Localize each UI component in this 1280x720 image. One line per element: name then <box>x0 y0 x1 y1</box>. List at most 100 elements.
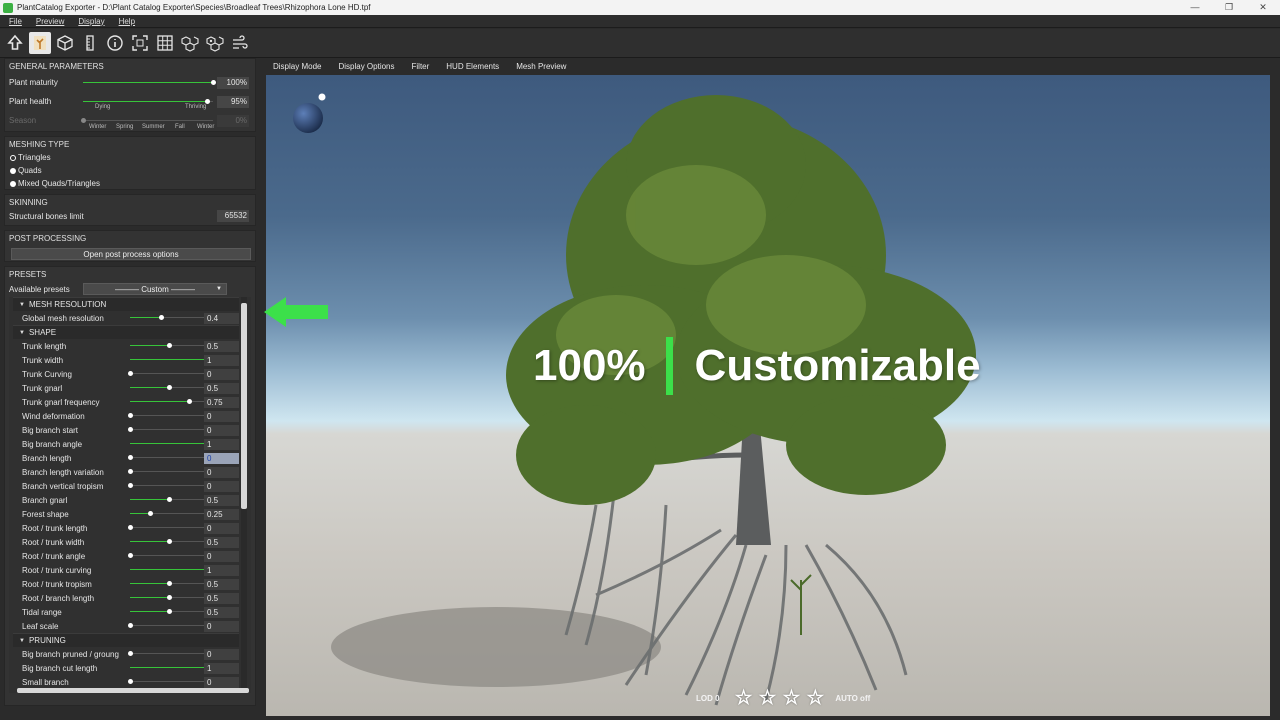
param-value-input[interactable]: 0 <box>204 550 239 562</box>
preset-params-scroll[interactable]: ▼ MESH RESOLUTION Global mesh resolution 0.… <box>9 297 251 693</box>
slider-knob[interactable] <box>167 595 172 600</box>
param-value-input[interactable]: 0.75 <box>204 396 239 408</box>
focus-icon[interactable] <box>129 32 151 54</box>
texture-cubes-icon[interactable] <box>204 32 226 54</box>
bones-limit-value[interactable]: 65532 <box>217 210 249 222</box>
plant-maturity-slider[interactable] <box>83 78 216 88</box>
param-slider[interactable] <box>130 313 208 323</box>
param-value-input[interactable]: 0.5 <box>204 382 239 394</box>
menu-display[interactable]: Display <box>78 17 104 26</box>
param-value-input[interactable]: 1 <box>204 438 239 450</box>
collapse-triangle-icon[interactable]: ▼ <box>19 638 25 644</box>
tab-filter[interactable]: Filter <box>412 62 430 71</box>
param-slider[interactable] <box>128 481 208 491</box>
slider-knob[interactable] <box>128 427 133 432</box>
slider-knob[interactable] <box>167 343 172 348</box>
param-value-input[interactable]: 0 <box>204 676 239 688</box>
param-slider[interactable] <box>130 495 208 505</box>
slider-knob[interactable] <box>128 469 133 474</box>
wind-icon[interactable] <box>229 32 251 54</box>
menu-file[interactable]: File <box>9 17 22 26</box>
param-slider[interactable] <box>128 621 208 631</box>
group-header-shape[interactable]: ▼ SHAPE <box>13 325 239 339</box>
radio-quads[interactable]: Quads <box>9 164 251 177</box>
param-value-input[interactable]: 0.5 <box>204 578 239 590</box>
param-slider[interactable] <box>130 537 208 547</box>
param-slider[interactable] <box>128 369 208 379</box>
slider-knob[interactable] <box>167 581 172 586</box>
slider-knob[interactable] <box>128 553 133 558</box>
param-value-input[interactable]: 0.25 <box>204 508 239 520</box>
param-slider[interactable] <box>128 425 208 435</box>
slider-knob[interactable] <box>128 623 133 628</box>
param-value-input[interactable]: 0.5 <box>204 606 239 618</box>
param-slider[interactable] <box>130 509 208 519</box>
3d-scene[interactable]: 100% Customizable LOD 0 ☆ ☆ ☆ ☆ AUTO off <box>266 75 1278 716</box>
param-slider[interactable] <box>130 663 211 673</box>
param-value-input[interactable]: 0.4 <box>204 312 239 324</box>
param-value-input[interactable]: 0 <box>204 410 239 422</box>
param-slider[interactable] <box>130 383 208 393</box>
slider-knob[interactable] <box>211 79 216 85</box>
param-slider[interactable] <box>130 439 211 449</box>
radio-mixed[interactable]: Mixed Quads/Triangles <box>9 177 251 190</box>
param-slider[interactable] <box>130 593 208 603</box>
open-post-process-button[interactable]: Open post process options <box>11 248 251 260</box>
param-value-input[interactable]: 0 <box>204 480 239 492</box>
param-value-input[interactable]: 0 <box>204 466 239 478</box>
param-slider[interactable] <box>130 341 208 351</box>
slider-knob[interactable] <box>128 651 133 656</box>
slider-knob[interactable] <box>159 315 165 320</box>
scrollbar-thumb[interactable] <box>241 303 247 509</box>
param-value-input[interactable]: 0 <box>204 424 239 436</box>
collapse-triangle-icon[interactable]: ▼ <box>19 330 25 336</box>
presets-dropdown[interactable]: ——— Custom ——— ▼ <box>83 283 227 295</box>
params-vertical-scrollbar[interactable] <box>241 297 247 689</box>
slider-knob[interactable] <box>128 371 133 376</box>
star-icon[interactable]: ☆ <box>735 688 753 708</box>
param-value-input[interactable]: 0.5 <box>204 340 239 352</box>
param-value-input[interactable]: 0 <box>204 522 239 534</box>
collapse-triangle-icon[interactable]: ▼ <box>19 302 25 308</box>
minimize-button[interactable]: — <box>1178 2 1212 13</box>
close-button[interactable]: ✕ <box>1246 2 1280 13</box>
param-value-input[interactable]: 1 <box>204 564 239 576</box>
param-slider[interactable] <box>130 579 208 589</box>
plant-health-value[interactable]: 95% <box>217 95 249 108</box>
info-icon[interactable] <box>104 32 126 54</box>
ruler-icon[interactable] <box>79 32 101 54</box>
slider-knob[interactable] <box>204 98 210 104</box>
param-slider[interactable] <box>130 607 208 617</box>
param-slider[interactable] <box>128 467 208 477</box>
param-value-input[interactable]: 0 <box>204 368 239 380</box>
param-slider[interactable] <box>130 355 211 365</box>
slider-knob[interactable] <box>167 385 172 390</box>
radio-icon[interactable] <box>10 180 16 187</box>
maximize-button[interactable]: ❐ <box>1212 2 1246 13</box>
menu-preview[interactable]: Preview <box>36 17 64 26</box>
plant-maturity-value[interactable]: 100% <box>217 76 249 89</box>
star-icon[interactable]: ☆ <box>759 688 777 708</box>
tab-display-options[interactable]: Display Options <box>338 62 394 71</box>
param-slider[interactable] <box>128 677 208 687</box>
param-value-input[interactable]: 0 <box>204 452 239 464</box>
slider-knob[interactable] <box>186 399 192 404</box>
param-value-input[interactable]: 0 <box>204 648 239 660</box>
group-header-pruning[interactable]: ▼ PRUNING <box>13 633 239 647</box>
cubes-icon[interactable] <box>179 32 201 54</box>
params-horizontal-scrollbar[interactable] <box>17 688 249 693</box>
param-value-input[interactable]: 1 <box>204 354 239 366</box>
slider-knob[interactable] <box>128 455 133 460</box>
param-value-input[interactable]: 1 <box>204 662 239 674</box>
slider-knob[interactable] <box>128 679 133 684</box>
tab-hud-elements[interactable]: HUD Elements <box>446 62 499 71</box>
group-header-mesh-resolution[interactable]: ▼ MESH RESOLUTION <box>13 297 239 311</box>
param-slider[interactable] <box>130 397 208 407</box>
slider-knob[interactable] <box>128 413 133 418</box>
radio-icon[interactable] <box>10 167 16 174</box>
tab-display-mode[interactable]: Display Mode <box>273 62 321 71</box>
param-slider[interactable] <box>128 411 208 421</box>
viewport-scrollbar[interactable] <box>1270 75 1278 716</box>
tab-mesh-preview[interactable]: Mesh Preview <box>516 62 566 71</box>
radio-triangles[interactable]: Triangles <box>9 151 251 164</box>
